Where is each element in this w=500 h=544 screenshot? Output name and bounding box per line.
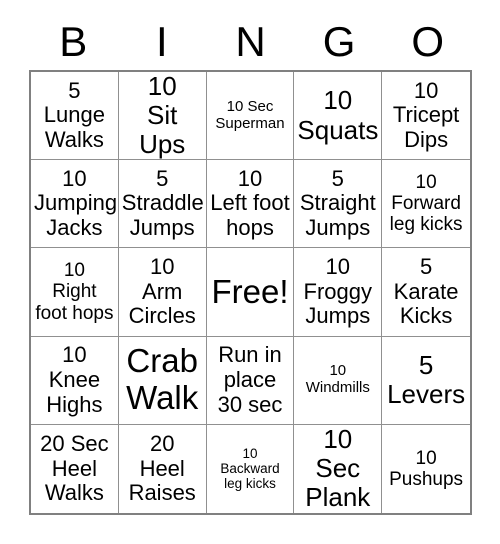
bingo-cell-text: 10 Pushups [389,447,464,490]
bingo-cell-text: 10 Squats [297,85,379,145]
bingo-header-letter-i: I [156,18,168,65]
bingo-cell[interactable]: 10 Knee Highs [31,336,119,425]
bingo-cell[interactable]: 5 Karate Kicks [382,248,470,337]
bingo-cell-text: 5 Straddle Jumps [121,165,204,241]
bingo-cell-text: 10 Windmills [305,362,370,397]
bingo-cell-text: 10 Sit Ups [139,72,186,160]
bingo-cell[interactable]: 10 Pushups [382,424,470,513]
bingo-cell[interactable]: 5 Straddle Jumps [118,160,207,249]
bingo-cell-text: 5 Levers [387,350,466,410]
bingo-header-letter-b: B [59,18,88,65]
bingo-cell-text: 10 Sec Plank [305,424,371,513]
bingo-cell[interactable]: 5 Straight Jumps [294,160,383,249]
bingo-cell-text: 10 Left foot hops [210,165,290,241]
bingo-cell[interactable]: 20 Heel Raises [118,424,207,513]
bingo-cell[interactable]: 10 Sec Plank [294,424,383,513]
bingo-header-letter-n: N [235,18,266,65]
bingo-card: B I N G O 5 Lunge Walks 10 Sit Ups 10 Se… [0,0,500,544]
bingo-cell-text: 10 Right foot hops [35,260,114,324]
bingo-cell[interactable]: 10 Right foot hops [31,248,119,337]
bingo-cell-text: 5 Straight Jumps [299,165,376,241]
bingo-header: B I N G O [29,14,472,70]
bingo-cell[interactable]: 10 Tricept Dips [382,72,470,161]
bingo-cell-text: 20 Heel Raises [128,430,196,506]
bingo-cell[interactable]: 10 Squats [294,72,383,161]
bingo-cell-text: 10 Backward leg kicks [220,446,280,492]
bingo-cell[interactable]: 20 Sec Heel Walks [31,424,119,513]
bingo-cell-text: 10 Arm Circles [128,254,196,329]
bingo-cell-text: 10 Sec Superman [215,97,285,132]
bingo-cell[interactable]: 10 Sit Ups [118,72,207,161]
bingo-cell[interactable]: 5 Lunge Walks [31,72,119,161]
bingo-cell-text: Free! [211,272,289,310]
bingo-header-letter-g: G [322,18,356,65]
bingo-cell-text: 5 Karate Kicks [393,254,459,329]
bingo-cell[interactable]: 10 Arm Circles [118,248,207,337]
bingo-cell-text: 10 Froggy Jumps [303,254,373,329]
bingo-header-letter-o: O [411,18,444,65]
bingo-cell-text: Crab Walk [126,342,199,417]
bingo-cell[interactable]: Run in place 30 sec [206,336,295,425]
bingo-cell-text: 10 Forward leg kicks [389,171,463,236]
bingo-cell[interactable]: 10 Windmills [294,336,383,425]
bingo-cell-text: 10 Jumping Jacks [34,165,118,241]
bingo-cell[interactable]: 10 Forward leg kicks [382,160,470,249]
bingo-grid: 5 Lunge Walks 10 Sit Ups 10 Sec Superman… [29,70,472,515]
bingo-cell[interactable]: 10 Froggy Jumps [294,248,383,337]
bingo-cell[interactable]: Crab Walk [118,336,207,425]
bingo-cell-text: 20 Sec Heel Walks [40,430,109,506]
bingo-cell[interactable]: 10 Backward leg kicks [206,424,295,513]
bingo-cell-text: Run in place 30 sec [217,342,283,417]
bingo-cell[interactable]: 10 Sec Superman [206,72,295,161]
bingo-cell[interactable]: 10 Jumping Jacks [31,160,119,249]
bingo-cell-text: 10 Knee Highs [46,342,103,417]
bingo-cell[interactable]: 10 Left foot hops [206,160,295,249]
bingo-cell-text: 10 Tricept Dips [392,77,460,152]
bingo-cell-text: 5 Lunge Walks [43,77,105,152]
bingo-cell[interactable]: 5 Levers [382,336,470,425]
bingo-cell-free[interactable]: Free! [206,248,295,337]
